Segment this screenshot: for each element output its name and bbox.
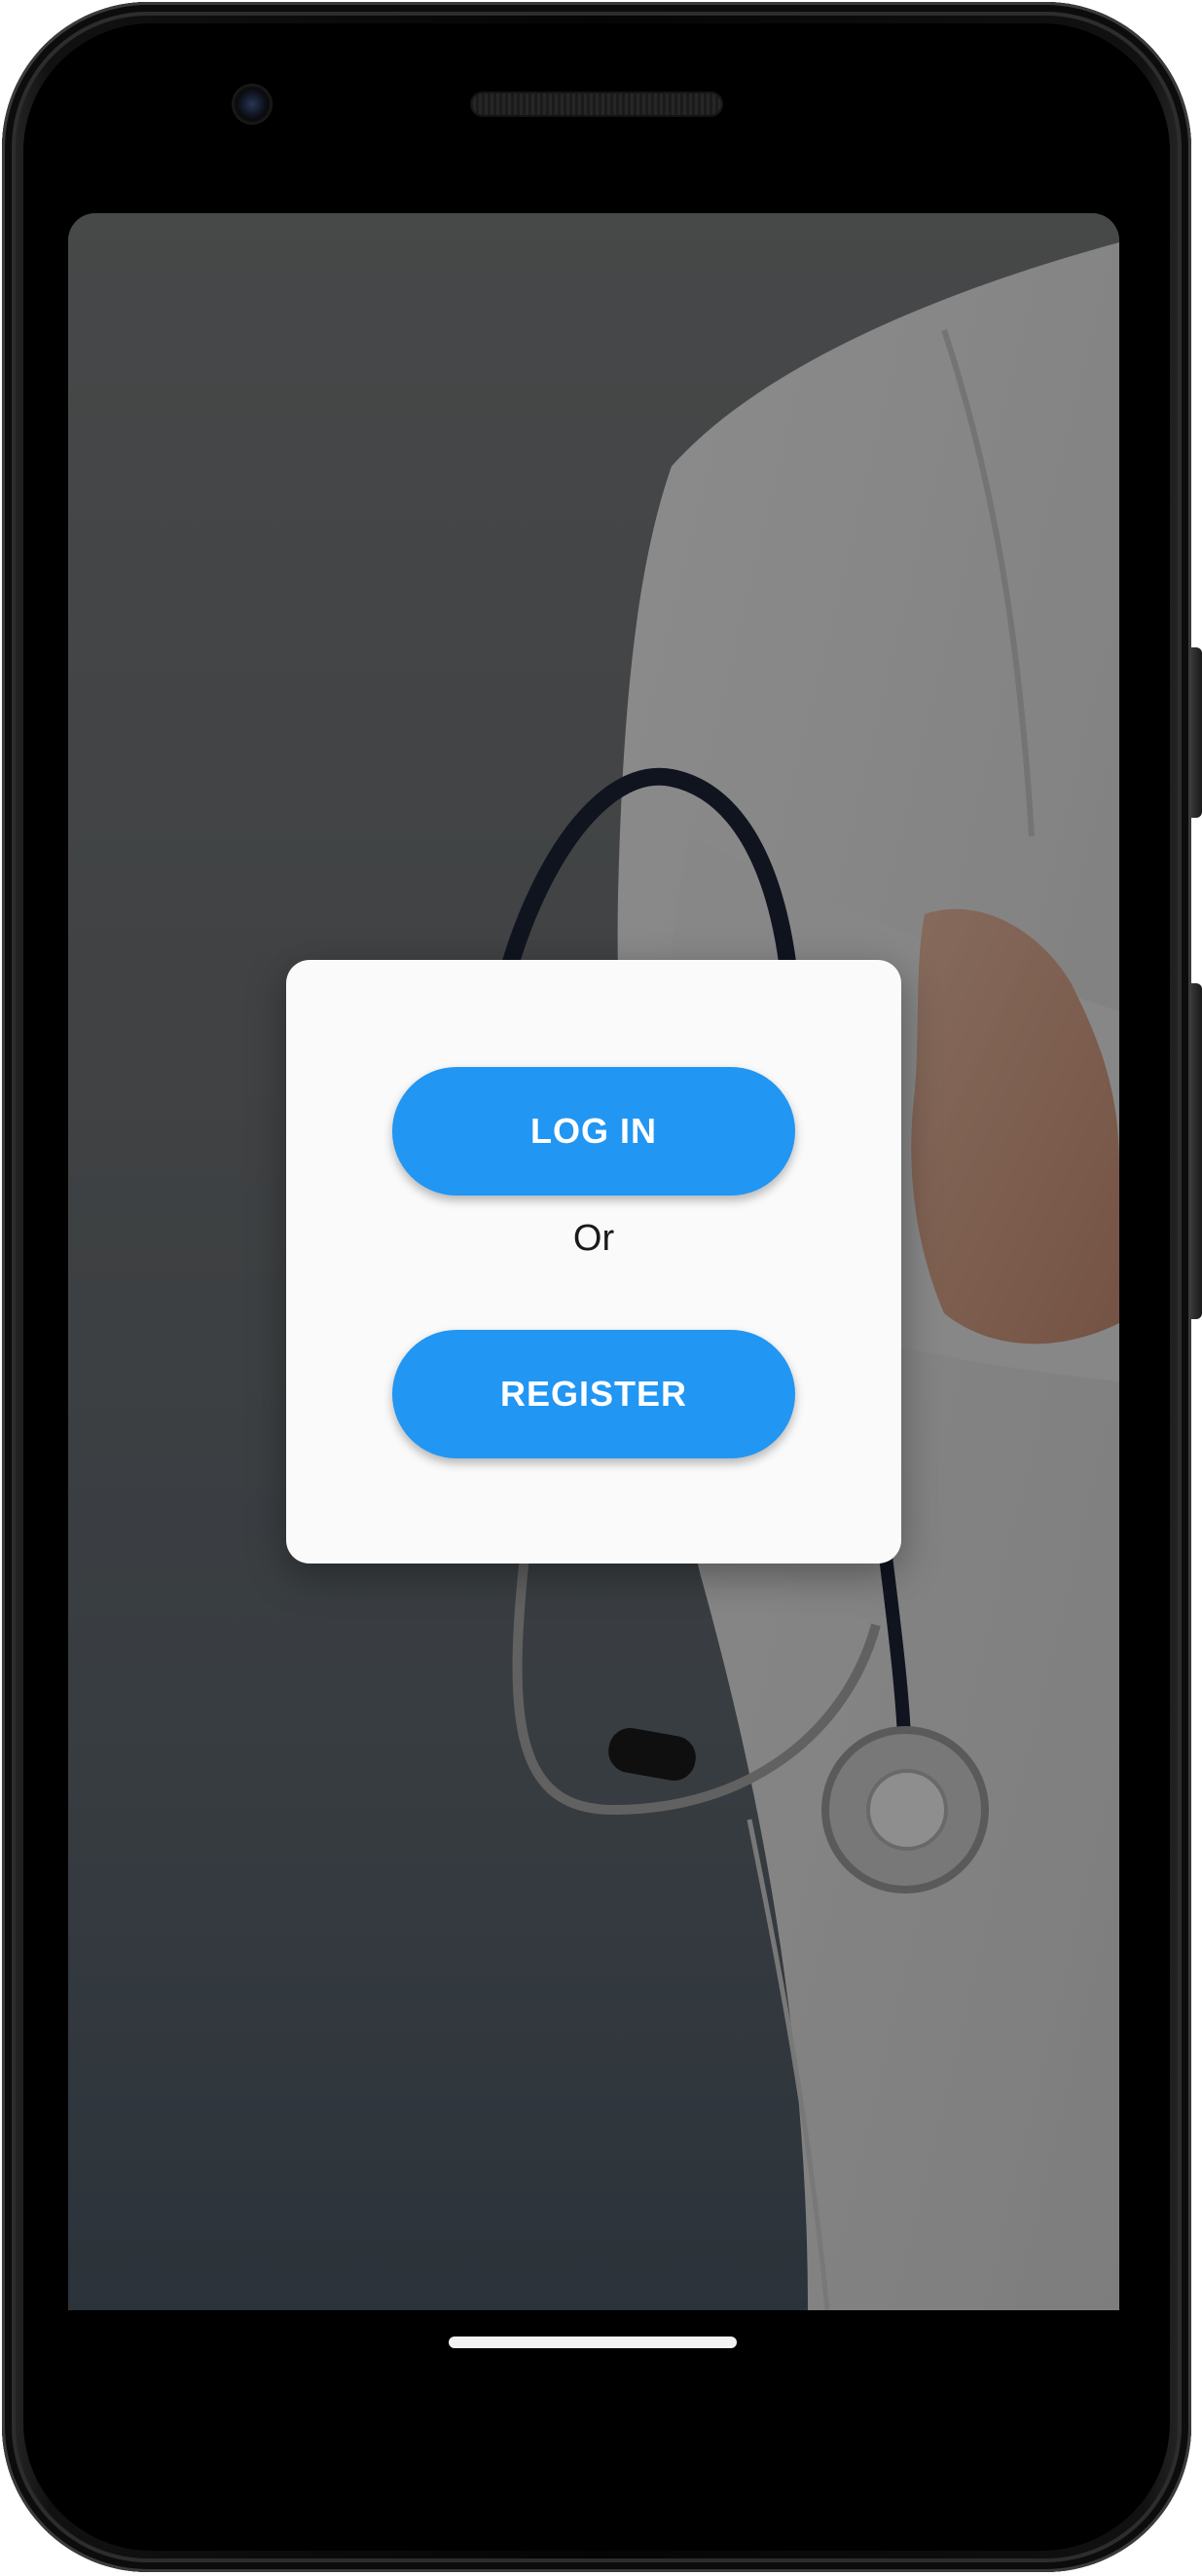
register-button[interactable]: REGISTER bbox=[392, 1330, 795, 1458]
earpiece-speaker-icon bbox=[470, 92, 723, 117]
volume-button bbox=[1190, 983, 1202, 1319]
or-separator: Or bbox=[572, 1217, 615, 1259]
home-indicator[interactable] bbox=[449, 2337, 737, 2348]
power-button bbox=[1190, 647, 1202, 818]
app-screen: LOG IN Or REGISTER bbox=[68, 213, 1119, 2310]
front-camera-icon bbox=[232, 84, 273, 125]
device-mockup: LOG IN Or REGISTER bbox=[0, 0, 1202, 2576]
login-button[interactable]: LOG IN bbox=[392, 1067, 795, 1196]
auth-dialog: LOG IN Or REGISTER bbox=[286, 960, 901, 1564]
